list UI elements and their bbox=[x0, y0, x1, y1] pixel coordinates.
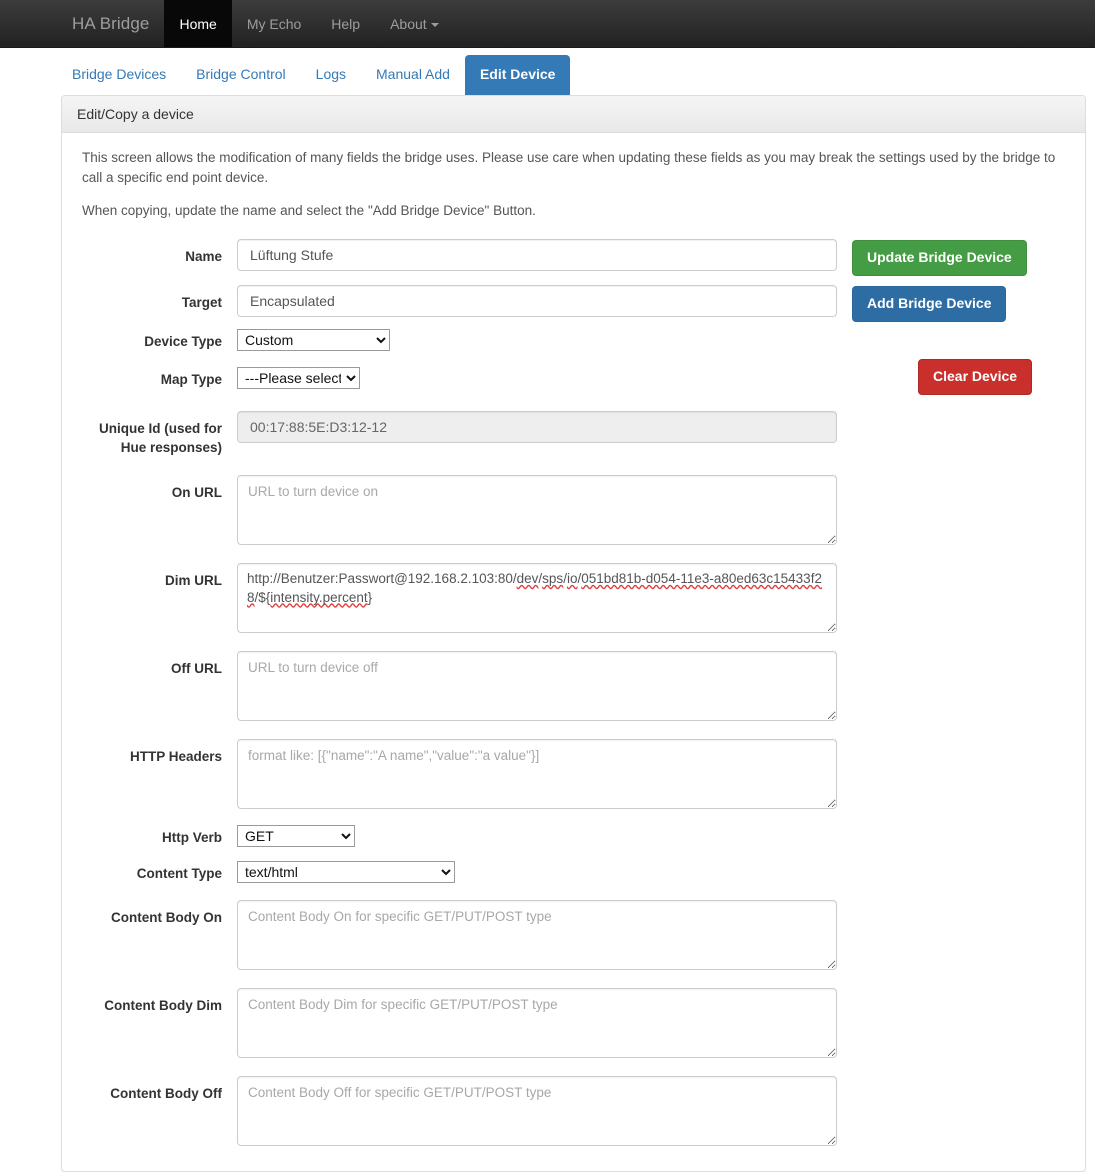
clear-device-wrap: Clear Device bbox=[918, 358, 1033, 395]
dim-url-textarea[interactable] bbox=[237, 563, 837, 634]
http-headers-textarea[interactable] bbox=[237, 739, 837, 810]
content-body-off-field-col bbox=[237, 1075, 1070, 1146]
http-verb-select[interactable]: GET bbox=[237, 825, 355, 848]
form-row-dim-url: Dim URL http://Benutzer:Passwort@192.168… bbox=[77, 563, 1070, 634]
content-type-label: Content Type bbox=[136, 866, 222, 882]
tab-bridge-devices[interactable]: Bridge Devices bbox=[57, 55, 181, 95]
target-input[interactable] bbox=[237, 284, 837, 317]
tab-manual-add[interactable]: Manual Add bbox=[361, 55, 465, 95]
content-body-on-label: Content Body On bbox=[111, 909, 222, 925]
content-body-dim-textarea[interactable] bbox=[237, 987, 837, 1058]
navbar-inner: HA Bridge Home My Echo Help About bbox=[57, 0, 454, 47]
map-type-select[interactable]: ---Please select--- bbox=[237, 366, 360, 389]
content-body-dim-label: Content Body Dim bbox=[104, 997, 222, 1013]
off-url-textarea[interactable] bbox=[237, 651, 837, 722]
navbar-brand[interactable]: HA Bridge bbox=[57, 0, 164, 47]
content-body-on-field-col bbox=[237, 899, 1070, 970]
device-type-label: Device Type bbox=[144, 333, 222, 349]
dim-url-label: Dim URL bbox=[165, 573, 222, 589]
name-label: Name bbox=[185, 248, 222, 264]
form-row-device-type: Device Type Custom bbox=[77, 328, 1070, 351]
add-bridge-device-button[interactable]: Add Bridge Device bbox=[852, 285, 1007, 322]
edit-device-panel: Edit/Copy a device This screen allows th… bbox=[61, 95, 1086, 1172]
chevron-down-icon bbox=[430, 23, 439, 28]
nav-tabs-list: Bridge Devices Bridge Control Logs Manua… bbox=[57, 55, 1095, 95]
form-row-content-body-off: Content Body Off bbox=[77, 1075, 1070, 1146]
on-url-label: On URL bbox=[171, 485, 222, 501]
content-body-on-textarea[interactable] bbox=[237, 899, 837, 970]
intro-paragraph-1: This screen allows the modification of m… bbox=[82, 150, 1056, 185]
nav-item-home[interactable]: Home bbox=[164, 0, 232, 47]
http-verb-label: Http Verb bbox=[161, 830, 222, 846]
update-bridge-device-wrap: Update Bridge Device bbox=[852, 239, 1027, 276]
device-type-select[interactable]: Custom bbox=[237, 328, 390, 351]
unique-id-input bbox=[237, 411, 837, 443]
form-row-map-type: Map Type ---Please select--- Clear Devic… bbox=[77, 358, 1070, 395]
form-row-unique-id: Unique Id (used for Hue responses) bbox=[77, 411, 1070, 457]
nav-item-about[interactable]: About bbox=[375, 0, 454, 47]
unique-id-label: Unique Id (used for Hue responses) bbox=[99, 421, 222, 456]
tab-logs[interactable]: Logs bbox=[301, 55, 361, 95]
nav-item-help[interactable]: Help bbox=[316, 0, 375, 47]
intro-paragraph-2: When copying, update the name and select… bbox=[82, 203, 536, 219]
panel-body: This screen allows the modification of m… bbox=[62, 133, 1085, 1171]
off-url-label: Off URL bbox=[171, 661, 222, 677]
http-verb-field-col: GET bbox=[237, 825, 1070, 848]
name-input[interactable] bbox=[237, 238, 837, 271]
content-body-off-label: Content Body Off bbox=[110, 1085, 222, 1101]
form-row-name: Name Update Bridge Device bbox=[77, 238, 1070, 276]
update-bridge-device-button[interactable]: Update Bridge Device bbox=[852, 239, 1027, 276]
top-navbar: HA Bridge Home My Echo Help About bbox=[0, 0, 1095, 48]
content-body-off-textarea[interactable] bbox=[237, 1075, 837, 1146]
on-url-textarea[interactable] bbox=[237, 475, 837, 546]
content-type-select[interactable]: text/html bbox=[237, 861, 455, 884]
http-headers-field-col bbox=[237, 739, 1070, 810]
form-row-content-type: Content Type text/html bbox=[77, 861, 1070, 884]
unique-id-field-col bbox=[237, 411, 1070, 443]
http-headers-label: HTTP Headers bbox=[129, 749, 222, 765]
tab-edit-device[interactable]: Edit Device bbox=[464, 55, 571, 95]
form-row-target: Target Add Bridge Device bbox=[77, 284, 1070, 322]
form-row-http-verb: Http Verb GET bbox=[77, 825, 1070, 848]
form-row-off-url: Off URL bbox=[77, 651, 1070, 722]
content-type-field-col: text/html bbox=[237, 861, 1070, 884]
panel-title: Edit/Copy a device bbox=[62, 96, 1085, 133]
content-body-dim-field-col bbox=[237, 987, 1070, 1058]
form-row-content-body-on: Content Body On bbox=[77, 899, 1070, 970]
off-url-field-col bbox=[237, 651, 1070, 722]
dim-url-field-col: http://Benutzer:Passwort@192.168.2.103:8… bbox=[237, 563, 1070, 634]
form-row-http-headers: HTTP Headers bbox=[77, 739, 1070, 810]
clear-device-button[interactable]: Clear Device bbox=[918, 358, 1033, 395]
device-type-field-col: Custom bbox=[237, 328, 1070, 351]
nav-item-my-echo[interactable]: My Echo bbox=[232, 0, 316, 47]
tab-bar: Bridge Devices Bridge Control Logs Manua… bbox=[0, 48, 1095, 95]
target-label: Target bbox=[181, 294, 222, 310]
nav-item-about-label: About bbox=[390, 16, 427, 32]
form-row-on-url: On URL bbox=[77, 475, 1070, 546]
tab-bridge-control[interactable]: Bridge Control bbox=[181, 55, 301, 95]
add-bridge-device-wrap: Add Bridge Device bbox=[852, 285, 1007, 322]
on-url-field-col bbox=[237, 475, 1070, 546]
map-type-label: Map Type bbox=[160, 371, 222, 387]
form-row-content-body-dim: Content Body Dim bbox=[77, 987, 1070, 1058]
